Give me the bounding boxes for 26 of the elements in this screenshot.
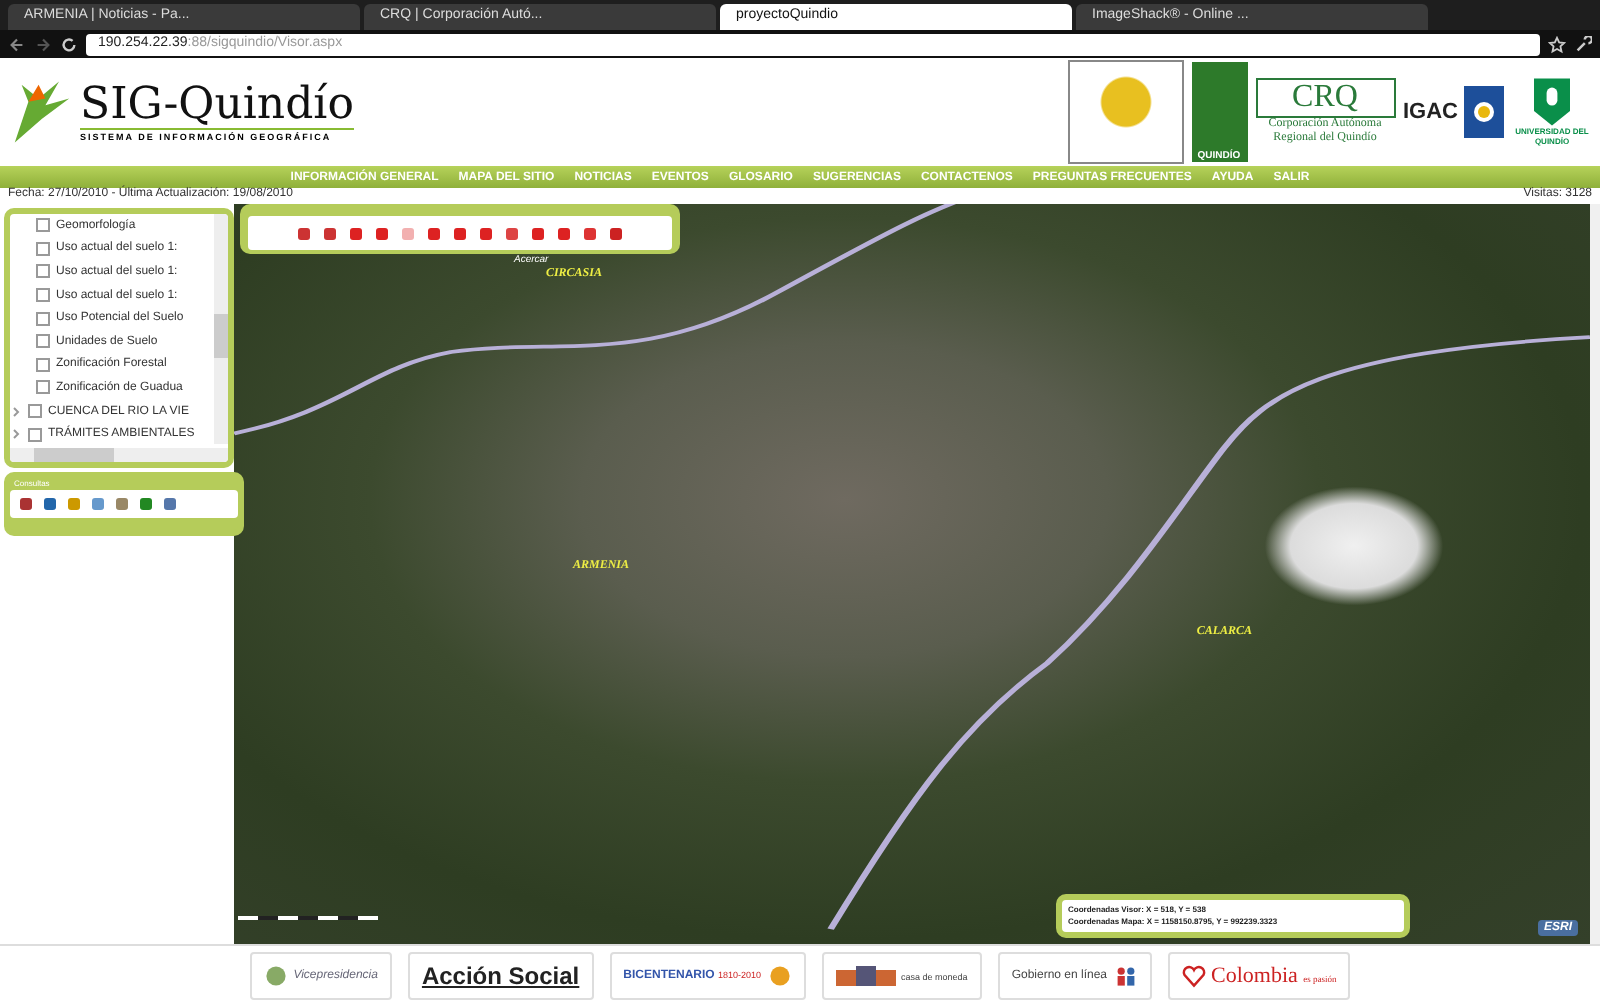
building-icon (835, 964, 896, 988)
layer-checkbox[interactable] (36, 241, 50, 256)
logo-title: SIG-Quindío (80, 83, 354, 127)
forward-icon[interactable] (34, 35, 52, 53)
layer-checkbox[interactable] (28, 427, 42, 442)
horizontal-scrollbar[interactable] (10, 448, 228, 462)
scale-bar (238, 916, 378, 920)
layer-checkbox[interactable] (36, 218, 50, 233)
layer-checkbox[interactable] (36, 288, 50, 303)
back-icon[interactable] (8, 35, 26, 53)
people-icon (1113, 964, 1138, 988)
igac-logo-title: IGAC (1403, 100, 1458, 124)
layer-checkbox[interactable] (36, 334, 50, 349)
layer-checkbox[interactable] (28, 404, 42, 419)
sponsor-logo[interactable]: Acción Social (407, 952, 594, 1000)
star-icon[interactable] (1548, 35, 1566, 53)
crq-logo-title: CRQ (1255, 78, 1395, 118)
page-scrollbar[interactable] (1590, 204, 1600, 944)
vertical-scrollbar[interactable] (214, 214, 228, 444)
layer-checkbox[interactable] (36, 311, 50, 326)
heart-icon (1181, 964, 1206, 988)
reload-icon[interactable] (60, 35, 78, 53)
layer-checkbox[interactable] (36, 380, 50, 395)
layer-checkbox[interactable] (36, 357, 50, 372)
layer-checkbox[interactable] (36, 264, 50, 279)
wrench-icon[interactable] (1574, 35, 1592, 53)
